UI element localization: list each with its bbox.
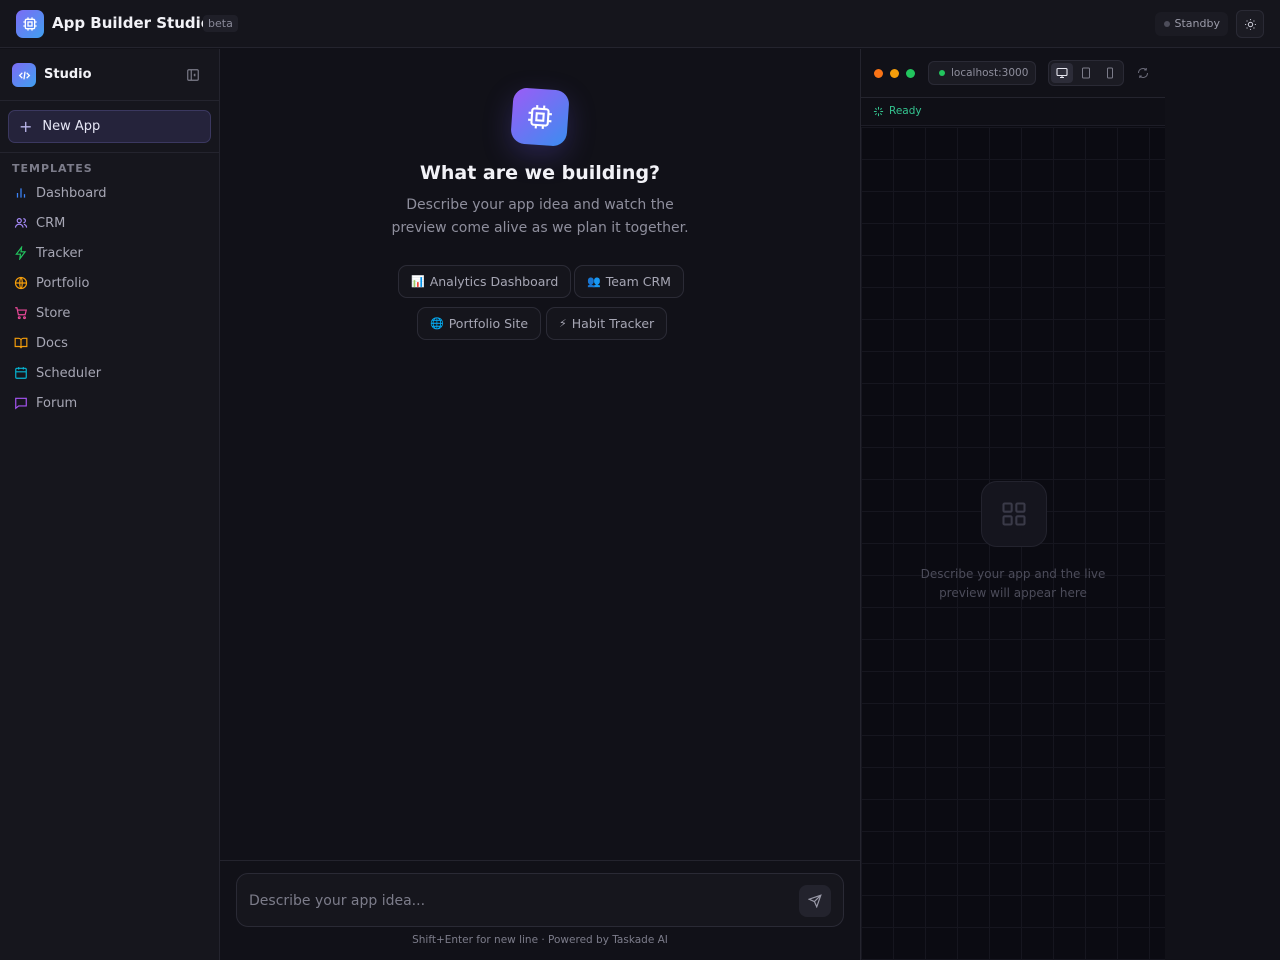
- suggestion-team-crm[interactable]: 👥 Team CRM: [574, 265, 684, 298]
- preview-status: Ready: [889, 105, 922, 117]
- beta-badge: beta: [203, 15, 238, 32]
- suggestion-analytics-dashboard[interactable]: 📊 Analytics Dashboard: [398, 265, 572, 298]
- preview-empty-message: Describe your app and the live preview w…: [920, 567, 1106, 600]
- globe-icon: [14, 276, 28, 290]
- monitor-icon: [1056, 67, 1068, 79]
- window-close-dot: [874, 69, 883, 78]
- window-minimize-dot: [890, 69, 899, 78]
- panel-left-icon: [187, 69, 199, 81]
- collapse-sidebar-button[interactable]: [184, 66, 202, 84]
- input-hint: Shift+Enter for new line · Powered by Ta…: [412, 934, 668, 946]
- status-label: Standby: [1174, 17, 1220, 30]
- suggestion-label: Team CRM: [605, 274, 671, 289]
- template-item-label: CRM: [36, 215, 66, 231]
- message-icon: [15, 397, 27, 410]
- bar-chart-emoji-icon: 📊: [411, 275, 425, 288]
- plus-icon: +: [19, 116, 33, 136]
- chat-panel: What are we building? Describe your app …: [220, 49, 860, 960]
- hero-title: What are we building?: [419, 162, 661, 184]
- prompt-input[interactable]: [249, 890, 789, 912]
- device-toggle-group: [1048, 60, 1124, 86]
- new-app-button[interactable]: + New App: [8, 110, 211, 143]
- preview-url: localhost:3000: [951, 67, 1029, 79]
- zap-icon: [15, 246, 27, 260]
- preview-panel: localhost:3000 Ready Describe your app a…: [860, 49, 1166, 960]
- template-item-store[interactable]: Store: [0, 298, 219, 328]
- hero-subtitle: Describe your app idea and watch the pre…: [391, 197, 689, 236]
- calendar-icon: [15, 367, 27, 379]
- template-item-crm[interactable]: CRM: [0, 208, 219, 238]
- template-item-label: Dashboard: [36, 185, 107, 201]
- phone-icon: [1107, 67, 1113, 79]
- template-item-label: Portfolio: [36, 275, 90, 291]
- suggestion-label: Habit Tracker: [571, 316, 655, 331]
- sparkle-icon: [873, 106, 884, 117]
- hero-logo: [510, 87, 570, 147]
- grid-icon: [1002, 502, 1026, 526]
- sidebar-divider: [0, 152, 219, 153]
- connection-dot: [939, 70, 945, 76]
- template-item-label: Forum: [36, 395, 78, 411]
- refresh-icon: [1138, 68, 1148, 78]
- desktop-view-button[interactable]: [1051, 63, 1073, 83]
- cart-icon: [15, 307, 27, 320]
- sidebar-title: Studio: [44, 67, 92, 82]
- mobile-view-button[interactable]: [1099, 63, 1121, 83]
- suggestion-label: Analytics Dashboard: [429, 274, 559, 289]
- refresh-button[interactable]: [1134, 64, 1152, 82]
- window-maximize-dot: [906, 69, 915, 78]
- sidebar-header: Studio: [0, 49, 219, 101]
- templates-section-label: TEMPLATES: [12, 162, 93, 175]
- chip-icon: [23, 17, 37, 31]
- sidebar: Studio + New App TEMPLATES Dashboard CRM…: [0, 49, 220, 960]
- template-item-label: Docs: [36, 335, 68, 351]
- book-icon: [14, 337, 28, 349]
- preview-url-bar[interactable]: localhost:3000: [928, 61, 1036, 85]
- people-emoji-icon: 👥: [587, 275, 601, 288]
- preview-status-bar: Ready: [861, 98, 1166, 126]
- tablet-view-button[interactable]: [1075, 63, 1097, 83]
- zap-emoji-icon: ⚡: [559, 317, 567, 330]
- status-dot: [1163, 21, 1170, 27]
- code-icon: [18, 71, 30, 79]
- chat-divider: [220, 860, 860, 861]
- prompt-box: [236, 873, 844, 927]
- chip-icon: [528, 105, 552, 129]
- preview-toolbar: localhost:3000: [861, 49, 1166, 98]
- template-item-label: Tracker: [36, 245, 83, 261]
- template-list: Dashboard CRM Tracker Portfolio Store Do…: [0, 178, 219, 418]
- template-item-portfolio[interactable]: Portfolio: [0, 268, 219, 298]
- tablet-icon: [1082, 67, 1090, 79]
- users-icon: [14, 218, 28, 228]
- suggestion-portfolio-site[interactable]: 🌐 Portfolio Site: [417, 307, 542, 340]
- app-logo: [16, 10, 44, 38]
- template-item-label: Scheduler: [36, 365, 102, 381]
- template-item-dashboard[interactable]: Dashboard: [0, 178, 219, 208]
- sun-icon: [1244, 18, 1256, 30]
- bar-chart-icon: [16, 188, 26, 198]
- new-app-label: New App: [42, 119, 101, 134]
- suggestion-label: Portfolio Site: [448, 316, 529, 331]
- send-button[interactable]: [799, 885, 831, 917]
- empty-region: [1165, 49, 1280, 960]
- send-icon: [808, 894, 822, 908]
- globe-emoji-icon: 🌐: [430, 317, 444, 330]
- template-item-forum[interactable]: Forum: [0, 388, 219, 418]
- template-item-docs[interactable]: Docs: [0, 328, 219, 358]
- top-bar: App Builder Studio beta Standby: [0, 0, 1280, 48]
- preview-placeholder-icon: [981, 481, 1047, 547]
- theme-toggle-button[interactable]: [1236, 10, 1264, 38]
- suggestion-habit-tracker[interactable]: ⚡ Habit Tracker: [546, 307, 668, 340]
- template-item-label: Store: [36, 305, 71, 321]
- status-badge: Standby: [1154, 12, 1228, 36]
- template-item-tracker[interactable]: Tracker: [0, 238, 219, 268]
- studio-logo: [12, 63, 36, 87]
- template-item-scheduler[interactable]: Scheduler: [0, 358, 219, 388]
- app-title: App Builder Studio: [52, 14, 212, 32]
